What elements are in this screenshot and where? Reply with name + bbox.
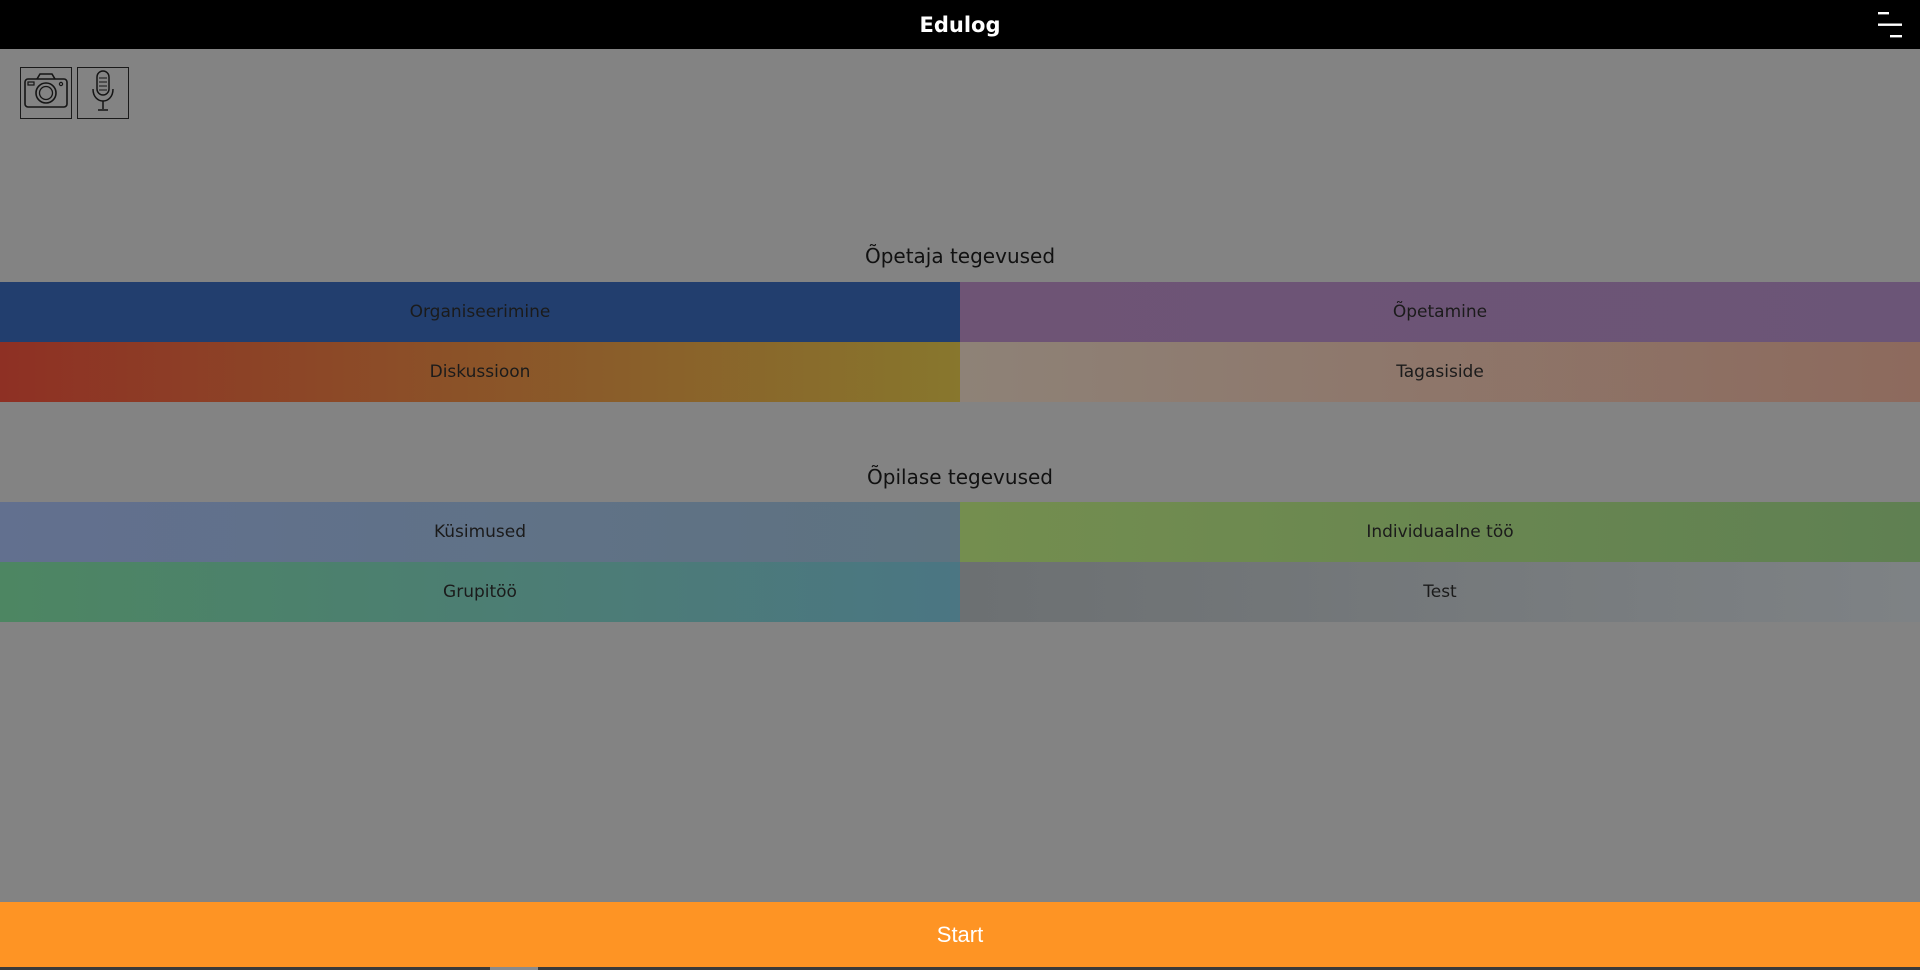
microphone-button[interactable]: [77, 67, 129, 119]
microphone-icon: [88, 69, 118, 117]
hamburger-menu-icon[interactable]: [1876, 10, 1906, 40]
activity-grupitoo[interactable]: Grupitöö: [0, 562, 960, 622]
student-activities-title: Õpilase tegevused: [867, 465, 1053, 489]
activity-organiseerimine[interactable]: Organiseerimine: [0, 282, 960, 342]
app-title: Edulog: [919, 12, 1001, 37]
activity-tagasiside[interactable]: Tagasiside: [960, 342, 1920, 402]
teacher-activities-grid: Organiseerimine Õpetamine Diskussioon Ta…: [0, 282, 1920, 402]
activity-opetamine[interactable]: Õpetamine: [960, 282, 1920, 342]
start-button[interactable]: Start: [0, 902, 1920, 967]
activity-test[interactable]: Test: [960, 562, 1920, 622]
student-activities-grid: Küsimused Individuaalne töö Grupitöö Tes…: [0, 502, 1920, 622]
activity-kusimused[interactable]: Küsimused: [0, 502, 960, 562]
activity-individuaalne-too[interactable]: Individuaalne töö: [960, 502, 1920, 562]
activity-diskussioon[interactable]: Diskussioon: [0, 342, 960, 402]
camera-icon: [23, 71, 69, 115]
teacher-activities-title: Õpetaja tegevused: [864, 244, 1056, 268]
top-bar: Edulog: [0, 0, 1920, 49]
camera-button[interactable]: [20, 67, 72, 119]
